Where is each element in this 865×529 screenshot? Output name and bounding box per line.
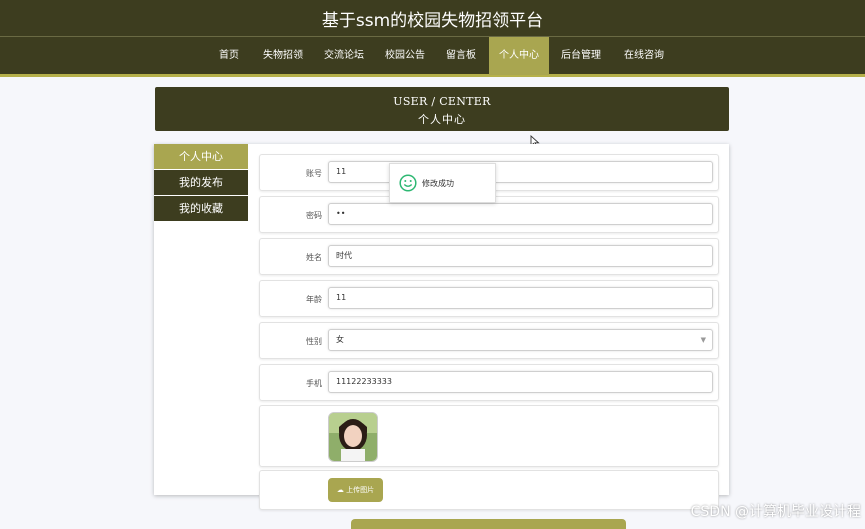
submit-button[interactable] xyxy=(351,519,626,529)
chevron-down-icon: ▼ xyxy=(700,336,706,344)
sidebar-item-my-favorites[interactable]: 我的收藏 xyxy=(154,196,248,221)
account-input[interactable]: 11 xyxy=(328,161,713,183)
nav-item-forum[interactable]: 交流论坛 xyxy=(317,37,371,75)
form-row-name: 姓名 时代 xyxy=(259,238,719,275)
sidebar: 个人中心 我的发布 我的收藏 xyxy=(154,144,248,222)
watermark: CSDN @计算机毕业设计程 xyxy=(690,504,861,520)
nav-item-online-consult[interactable]: 在线咨询 xyxy=(617,37,671,75)
page-title-zh: 个人中心 xyxy=(418,113,466,126)
name-label: 姓名 xyxy=(306,253,322,262)
nav-item-lost-found[interactable]: 失物招领 xyxy=(256,37,310,75)
sidebar-item-user-center[interactable]: 个人中心 xyxy=(154,144,248,169)
nav-item-announcements[interactable]: 校园公告 xyxy=(378,37,432,75)
site-title: 基于ssm的校园失物招领平台 xyxy=(0,0,865,36)
password-label: 密码 xyxy=(306,211,322,220)
page-title-en: USER / CENTER xyxy=(393,95,491,108)
smiley-icon xyxy=(399,174,417,192)
gender-value: 女 xyxy=(336,335,344,344)
nav-item-admin[interactable]: 后台管理 xyxy=(554,37,608,75)
password-input[interactable]: •• xyxy=(328,203,713,225)
account-label: 账号 xyxy=(306,169,322,178)
toast-text: 修改成功 xyxy=(422,179,454,188)
phone-input[interactable]: 11122233333 xyxy=(328,371,713,393)
age-label: 年龄 xyxy=(306,295,322,304)
main-nav: 首页 失物招领 交流论坛 校园公告 留言板 个人中心 后台管理 在线咨询 xyxy=(0,36,865,77)
upload-image-button[interactable]: ☁ 上传图片 xyxy=(328,478,383,502)
form-row-upload: ☁ 上传图片 xyxy=(259,470,719,510)
gender-label: 性别 xyxy=(306,337,322,346)
nav-item-home[interactable]: 首页 xyxy=(207,37,251,75)
phone-label: 手机 xyxy=(306,379,322,388)
form-row-age: 年龄 11 xyxy=(259,280,719,317)
toast-message: 修改成功 xyxy=(389,163,496,203)
form-row-avatar xyxy=(259,405,719,467)
nav-item-user-center[interactable]: 个人中心 xyxy=(489,37,549,75)
sidebar-item-my-posts[interactable]: 我的发布 xyxy=(154,170,248,195)
nav-item-message-board[interactable]: 留言板 xyxy=(438,37,484,75)
age-input[interactable]: 11 xyxy=(328,287,713,309)
name-input[interactable]: 时代 xyxy=(328,245,713,267)
cloud-upload-icon: ☁ xyxy=(336,486,344,494)
avatar-image xyxy=(328,412,378,462)
form-row-gender: 性别 女 ▼ xyxy=(259,322,719,359)
gender-select[interactable]: 女 ▼ xyxy=(328,329,713,351)
upload-button-label: 上传图片 xyxy=(346,486,375,494)
form-row-phone: 手机 11122233333 xyxy=(259,364,719,401)
page-header: USER / CENTER 个人中心 xyxy=(155,87,729,131)
